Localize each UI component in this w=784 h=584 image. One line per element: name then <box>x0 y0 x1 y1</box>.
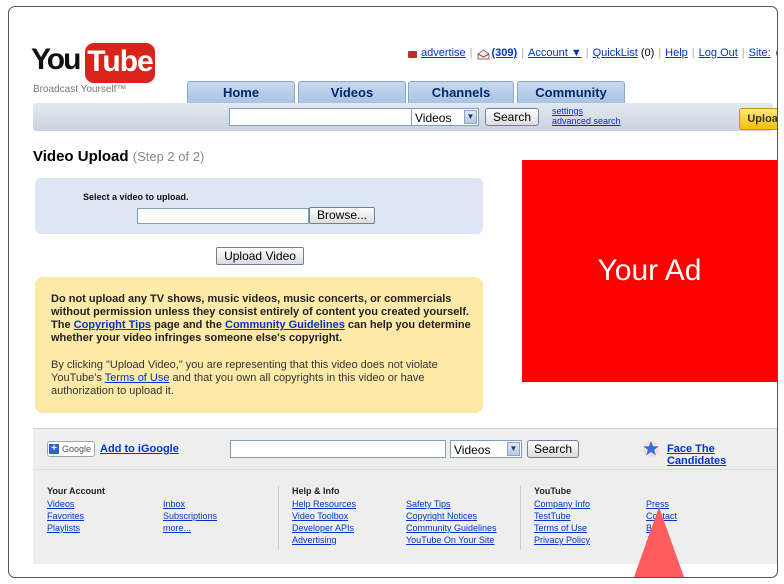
google-badge[interactable]: + Google <box>47 441 96 457</box>
logo-you: You <box>31 43 81 76</box>
copyright-notice: Do not upload any TV shows, music videos… <box>35 277 483 413</box>
search-bar: Videos ▼ Search settings advanced search… <box>33 103 777 131</box>
footer-link[interactable]: Company Info <box>534 498 590 510</box>
footer-search-bar: + Google Add to iGoogle Videos ▼ Search F… <box>33 428 777 469</box>
face-the-candidates-link[interactable]: Face The Candidates <box>667 443 777 467</box>
footer-link[interactable]: Advertising <box>292 534 337 546</box>
upload-video-button[interactable]: Upload Video <box>216 247 304 265</box>
upload-button[interactable]: Upload <box>739 108 777 130</box>
decorative-pink-shape <box>629 507 689 577</box>
footer-search-input[interactable] <box>230 440 446 458</box>
footer-link[interactable]: Subscriptions <box>163 510 217 522</box>
settings-link[interactable]: settings <box>552 106 621 116</box>
page-title: Video Upload (Step 2 of 2) <box>33 148 204 165</box>
copyright-tips-link[interactable]: Copyright Tips <box>74 319 151 331</box>
footer-link[interactable]: Videos <box>47 498 74 510</box>
top-links: advertise | (309) | Account ▼ | QuickLis… <box>407 47 777 59</box>
upload-form: Select a video to upload. Browse... <box>35 178 483 234</box>
footer-link[interactable]: more... <box>163 522 191 534</box>
search-button[interactable]: Search <box>485 108 539 126</box>
terms-statement: By clicking "Upload Video," you are repr… <box>51 359 438 397</box>
add-to-igoogle-link[interactable]: Add to iGoogle <box>100 443 179 455</box>
footer-link[interactable]: Privacy Policy <box>534 534 590 546</box>
ad-banner[interactable]: Your Ad <box>522 160 777 382</box>
igoogle-widget[interactable]: + Google Add to iGoogle <box>47 441 179 457</box>
footer-link[interactable]: Video Toolbox <box>292 510 348 522</box>
community-guidelines-link[interactable]: Community Guidelines <box>225 319 345 331</box>
help-link[interactable]: Help <box>665 47 688 59</box>
logout-link[interactable]: Log Out <box>699 47 738 59</box>
inbox-count-link[interactable]: (309) <box>492 47 518 59</box>
footer-heading-help-info: Help & Info <box>292 486 340 496</box>
file-path-input[interactable] <box>137 208 309 224</box>
footer-link[interactable]: YouTube On Your Site <box>406 534 494 546</box>
browse-button[interactable]: Browse... <box>309 207 375 224</box>
footer-link[interactable]: Playlists <box>47 522 80 534</box>
footer-heading-youtube: YouTube <box>534 486 572 496</box>
page-title-text: Video Upload <box>33 148 129 165</box>
footer-link[interactable]: Favorites <box>47 510 84 522</box>
plus-icon: + <box>49 444 59 454</box>
footer-link[interactable]: Terms of Use <box>534 522 587 534</box>
footer-link[interactable]: Safety Tips <box>406 498 451 510</box>
footer-link[interactable]: Community Guidelines <box>406 522 497 534</box>
site-link[interactable]: Site: <box>749 47 771 59</box>
search-category-select[interactable]: Videos ▼ <box>411 108 479 126</box>
chevron-down-icon: ▼ <box>464 110 477 124</box>
chevron-down-icon: ▼ <box>507 442 520 456</box>
footer-search-category-select[interactable]: Videos ▼ <box>450 440 522 458</box>
footer-heading-your-account: Your Account <box>47 486 105 496</box>
quicklist-link[interactable]: QuickList <box>593 47 638 59</box>
footer-link[interactable]: Developer APIs <box>292 522 354 534</box>
tab-home[interactable]: Home <box>187 81 295 104</box>
upload-label: Select a video to upload. <box>83 192 189 202</box>
inbox-icon <box>477 48 489 59</box>
footer-link[interactable]: Copyright Notices <box>406 510 477 522</box>
tab-channels[interactable]: Channels <box>408 81 514 104</box>
account-menu[interactable]: Account ▼ <box>528 47 582 59</box>
footer-search-button[interactable]: Search <box>527 440 579 458</box>
footer-link[interactable]: Help Resources <box>292 498 356 510</box>
footer-divider <box>278 486 279 550</box>
advanced-search-link[interactable]: advanced search <box>552 116 621 126</box>
page-step: (Step 2 of 2) <box>132 149 205 164</box>
globe-icon[interactable] <box>775 48 777 58</box>
tab-community[interactable]: Community <box>517 81 625 104</box>
tab-videos[interactable]: Videos <box>298 81 406 104</box>
advertise-icon <box>408 50 417 58</box>
footer-link[interactable]: TestTube <box>534 510 571 522</box>
terms-of-use-link[interactable]: Terms of Use <box>105 372 170 384</box>
search-options: settings advanced search <box>552 106 621 126</box>
advertise-link[interactable]: advertise <box>421 47 466 59</box>
quicklist-count: (0) <box>640 47 655 59</box>
logo-slogan: Broadcast Yourself™ <box>33 84 127 95</box>
footer-divider <box>520 486 521 550</box>
search-input[interactable] <box>229 108 413 126</box>
footer-link[interactable]: Inbox <box>163 498 185 510</box>
copyright-warning: Do not upload any TV shows, music videos… <box>51 293 471 344</box>
search-category-value: Videos <box>415 111 452 125</box>
browser-window: You Tube Broadcast Yourself™ advertise |… <box>8 6 778 578</box>
logo-tube: Tube <box>85 43 155 83</box>
star-icon <box>641 439 661 458</box>
footer-search-category-value: Videos <box>454 443 491 457</box>
